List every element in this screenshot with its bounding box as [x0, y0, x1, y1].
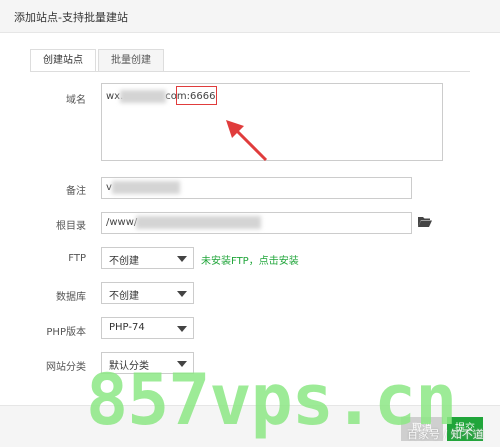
ftp-select[interactable]: 不创建 [101, 247, 194, 269]
ftp-selected: 不创建 [109, 256, 139, 267]
chevron-down-icon [177, 291, 187, 297]
php-select[interactable]: PHP-74 [101, 317, 194, 339]
tab-bar: 创建站点 批量创建 [30, 49, 164, 72]
root-value: /www/ [106, 217, 138, 228]
folder-open-icon[interactable] [418, 216, 432, 228]
category-label: 网站分类 [46, 362, 86, 373]
ftp-label: FTP [68, 253, 86, 264]
dialog-titlebar: 添加站点-支持批量建站 [0, 0, 500, 33]
root-label: 根目录 [56, 221, 86, 232]
database-selected: 不创建 [109, 291, 139, 302]
database-select[interactable]: 不创建 [101, 282, 194, 304]
dialog-title: 添加站点-支持批量建站 [14, 11, 128, 24]
domain-redaction [120, 90, 166, 103]
source-credit: 百家号 / 知不道 [407, 428, 484, 441]
tab-create-site[interactable]: 创建站点 [30, 49, 96, 72]
chevron-down-icon [177, 256, 187, 262]
root-redaction [136, 216, 261, 229]
domain-label: 域名 [66, 95, 86, 106]
chevron-down-icon [177, 326, 187, 332]
php-selected: PHP-74 [109, 322, 145, 333]
remark-redaction [112, 181, 180, 194]
tab-divider [30, 71, 470, 72]
red-arrow-annotation [226, 120, 268, 162]
port-highlight-box [176, 86, 217, 105]
site-watermark: 857vps.cn [86, 359, 457, 441]
php-label: PHP版本 [46, 327, 86, 338]
install-ftp-link[interactable]: 未安装FTP，点击安装 [201, 252, 299, 267]
database-label: 数据库 [56, 292, 86, 303]
tab-batch-create[interactable]: 批量创建 [98, 49, 164, 72]
remark-label: 备注 [66, 186, 86, 197]
